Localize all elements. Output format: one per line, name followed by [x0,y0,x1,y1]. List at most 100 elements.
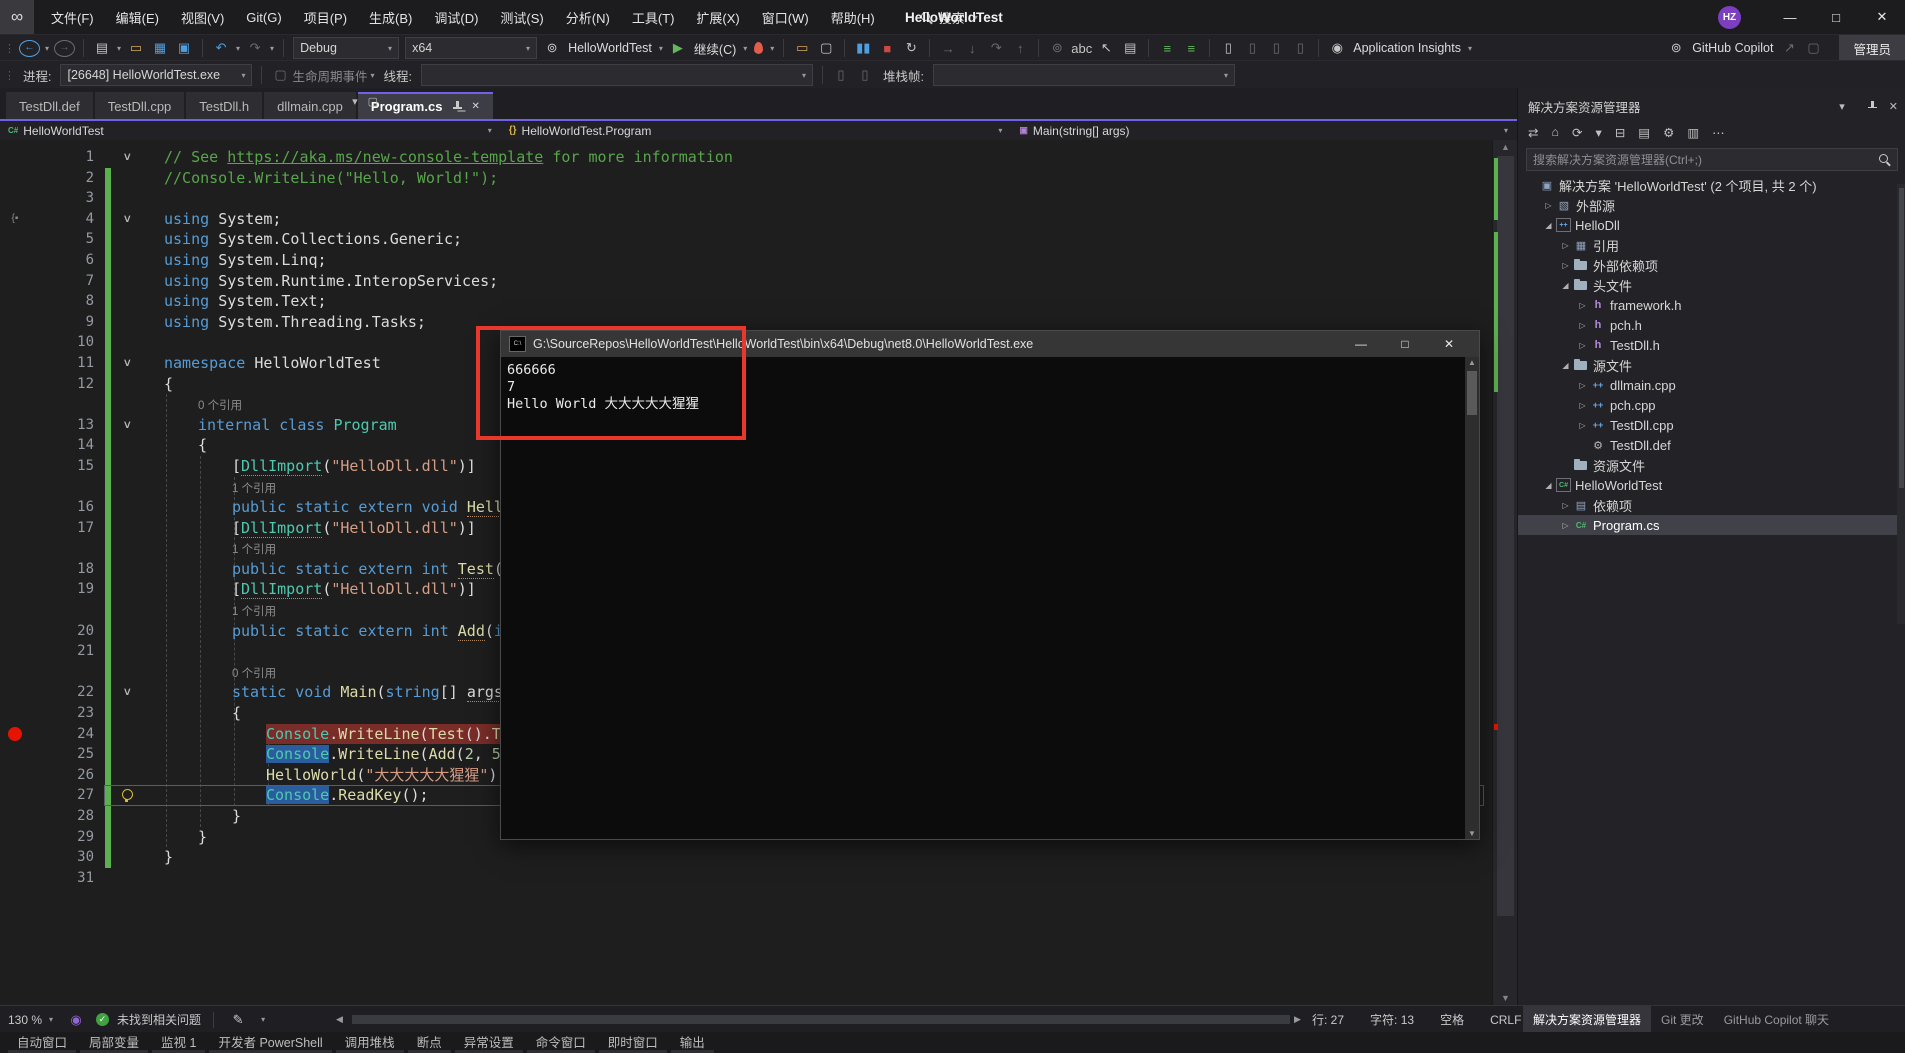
fold-margin[interactable] [114,229,140,250]
fold-margin[interactable] [114,703,140,724]
editor-vertical-scrollbar[interactable]: ▲ ▼ [1492,140,1518,1005]
bookmark-icon[interactable]: ▯ [1216,40,1240,56]
open-folder-icon[interactable]: ▭ [124,40,148,56]
console-title-bar[interactable]: C:\ G:\SourceRepos\HelloWorldTest\HelloW… [501,331,1479,357]
preview-icon[interactable]: ▥ [1687,125,1699,140]
diagnostics-icon[interactable]: ⊚ [1045,40,1069,56]
fold-margin[interactable]: ∨ [114,353,140,374]
collapse-all-icon[interactable]: ⊟ [1615,125,1625,140]
tree-item-18[interactable]: ▷C#Program.cs [1518,515,1905,535]
avatar[interactable]: HZ [1718,6,1741,29]
fold-margin[interactable] [114,785,140,806]
show-all-files-icon[interactable]: ▤ [1638,125,1650,140]
fold-margin[interactable] [114,579,140,600]
tree-expanded-arrow-icon[interactable]: ◢ [1541,221,1556,230]
collapse-chevron-icon[interactable]: ∨ [123,209,132,230]
chevron-down-icon[interactable]: ▾ [233,44,243,53]
tree-item-16[interactable]: ◢C#HelloWorldTest [1518,475,1905,495]
fold-margin[interactable] [114,188,140,209]
platform-combo[interactable]: x64▾ [405,37,537,59]
refresh-icon[interactable]: ⟳ [1572,125,1582,140]
tab-testdll-h[interactable]: TestDll.h [186,92,262,119]
fold-margin[interactable]: ∨ [114,209,140,230]
nav-back-icon[interactable]: ← [19,40,40,57]
glyph-margin[interactable] [0,621,30,642]
glyph-margin[interactable] [0,188,30,209]
suspend-threads-icon[interactable]: ▯ [853,67,877,83]
tree-item-8[interactable]: ▷hpch.h [1518,315,1905,335]
glyph-margin[interactable] [0,579,30,600]
panel-tab-github-copilot-[interactable]: GitHub Copilot 聊天 [1714,1006,1839,1033]
glyph-margin[interactable] [0,785,30,806]
tree-expanded-arrow-icon[interactable]: ◢ [1558,361,1573,370]
fold-margin[interactable] [114,621,140,642]
tree-expanded-arrow-icon[interactable]: ◢ [1541,481,1556,490]
new-project-icon[interactable]: ▤ [90,40,114,56]
scrollbar-thumb[interactable] [1467,371,1477,415]
step-over-icon[interactable]: ↷ [984,40,1008,56]
scroll-down-icon[interactable]: ▼ [1465,829,1479,838]
bottom-panel-tab-6[interactable]: 断点 [408,1032,451,1053]
chevron-down-icon[interactable]: ▾ [740,44,750,53]
maximize-button[interactable]: □ [1813,0,1859,34]
fold-margin[interactable] [114,662,140,683]
fold-margin[interactable] [114,518,140,539]
pin-icon[interactable] [452,101,462,112]
nav-forward-icon[interactable]: → [54,40,75,57]
float-window-icon[interactable]: ▢ [368,95,378,108]
hot-reload-icon[interactable] [754,42,763,54]
glyph-margin[interactable] [0,724,30,745]
step-out-icon[interactable]: ↑ [1008,41,1032,56]
indent-decrease-icon[interactable]: ≡ [1155,41,1179,56]
codelens-label[interactable]: 0 个引用 [232,668,276,680]
close-icon[interactable]: ✕ [471,101,479,112]
tree-collapsed-arrow-icon[interactable]: ▷ [1575,421,1590,430]
eol-indicator[interactable]: CRLF [1490,1013,1521,1027]
minimize-button[interactable]: — [1767,0,1813,34]
glyph-margin[interactable] [0,229,30,250]
scroll-up-icon[interactable]: ▲ [1493,142,1518,152]
codelens-label[interactable]: 1 个引用 [232,544,276,556]
menu-item-7[interactable]: 调试(D) [423,0,489,34]
bottom-panel-tab-2[interactable]: 局部变量 [80,1032,148,1053]
document-list-icon[interactable]: ▾ [352,95,358,108]
fold-margin[interactable] [114,394,140,415]
home-icon[interactable]: ⌂ [1551,125,1559,139]
fold-margin[interactable] [114,271,140,292]
tree-collapsed-arrow-icon[interactable]: ▷ [1558,501,1573,510]
glyph-margin[interactable] [0,827,30,848]
glyph-margin[interactable] [0,559,30,580]
menu-item-13[interactable]: 帮助(H) [820,0,886,34]
tree-item-6[interactable]: ◢头文件 [1518,275,1905,295]
spaces-indicator[interactable]: 空格 [1440,1011,1464,1028]
fold-margin[interactable] [114,332,140,353]
bottom-panel-tab-8[interactable]: 命令窗口 [527,1032,595,1053]
stop-debugging-icon[interactable]: ■ [875,41,899,56]
breadcrumb-item-3[interactable]: ▣Main(string[] args)▾ [1011,121,1517,140]
collapse-chevron-icon[interactable]: ∨ [123,682,132,703]
hex-display-icon[interactable]: abc [1069,41,1094,56]
menu-item-2[interactable]: 编辑(E) [105,0,170,34]
tree-item-13[interactable]: ▷++TestDll.cpp [1518,415,1905,435]
glyph-margin[interactable] [0,765,30,786]
bottom-panel-tab-3[interactable]: 监视 1 [152,1032,205,1053]
switch-views-icon[interactable]: ⇄ [1528,125,1538,140]
close-button[interactable]: ✕ [1859,0,1905,34]
fold-margin[interactable] [114,827,140,848]
tree-collapsed-arrow-icon[interactable]: ▷ [1558,261,1573,270]
menu-item-5[interactable]: 项目(P) [293,0,358,34]
glyph-margin[interactable] [0,353,30,374]
tab-testdll-def[interactable]: TestDll.def [6,92,93,119]
maximize-button[interactable]: □ [1383,337,1427,351]
filter-icon[interactable]: ▾ [1596,125,1602,140]
application-insights-label[interactable]: Application Insights [1349,41,1465,55]
fold-margin[interactable]: ∨ [114,147,140,168]
scrollbar-thumb[interactable] [1497,156,1514,916]
panel-tab-solution-explorer[interactable]: 解决方案资源管理器 [1523,1006,1651,1033]
glyph-margin[interactable] [0,435,30,456]
chevron-down-icon[interactable]: ▾ [767,44,777,53]
glyph-margin[interactable] [0,374,30,395]
solution-search-input[interactable]: 搜索解决方案资源管理器(Ctrl+;) [1526,148,1898,171]
collapse-chevron-icon[interactable]: ∨ [123,415,132,436]
glyph-margin[interactable] [0,168,30,189]
